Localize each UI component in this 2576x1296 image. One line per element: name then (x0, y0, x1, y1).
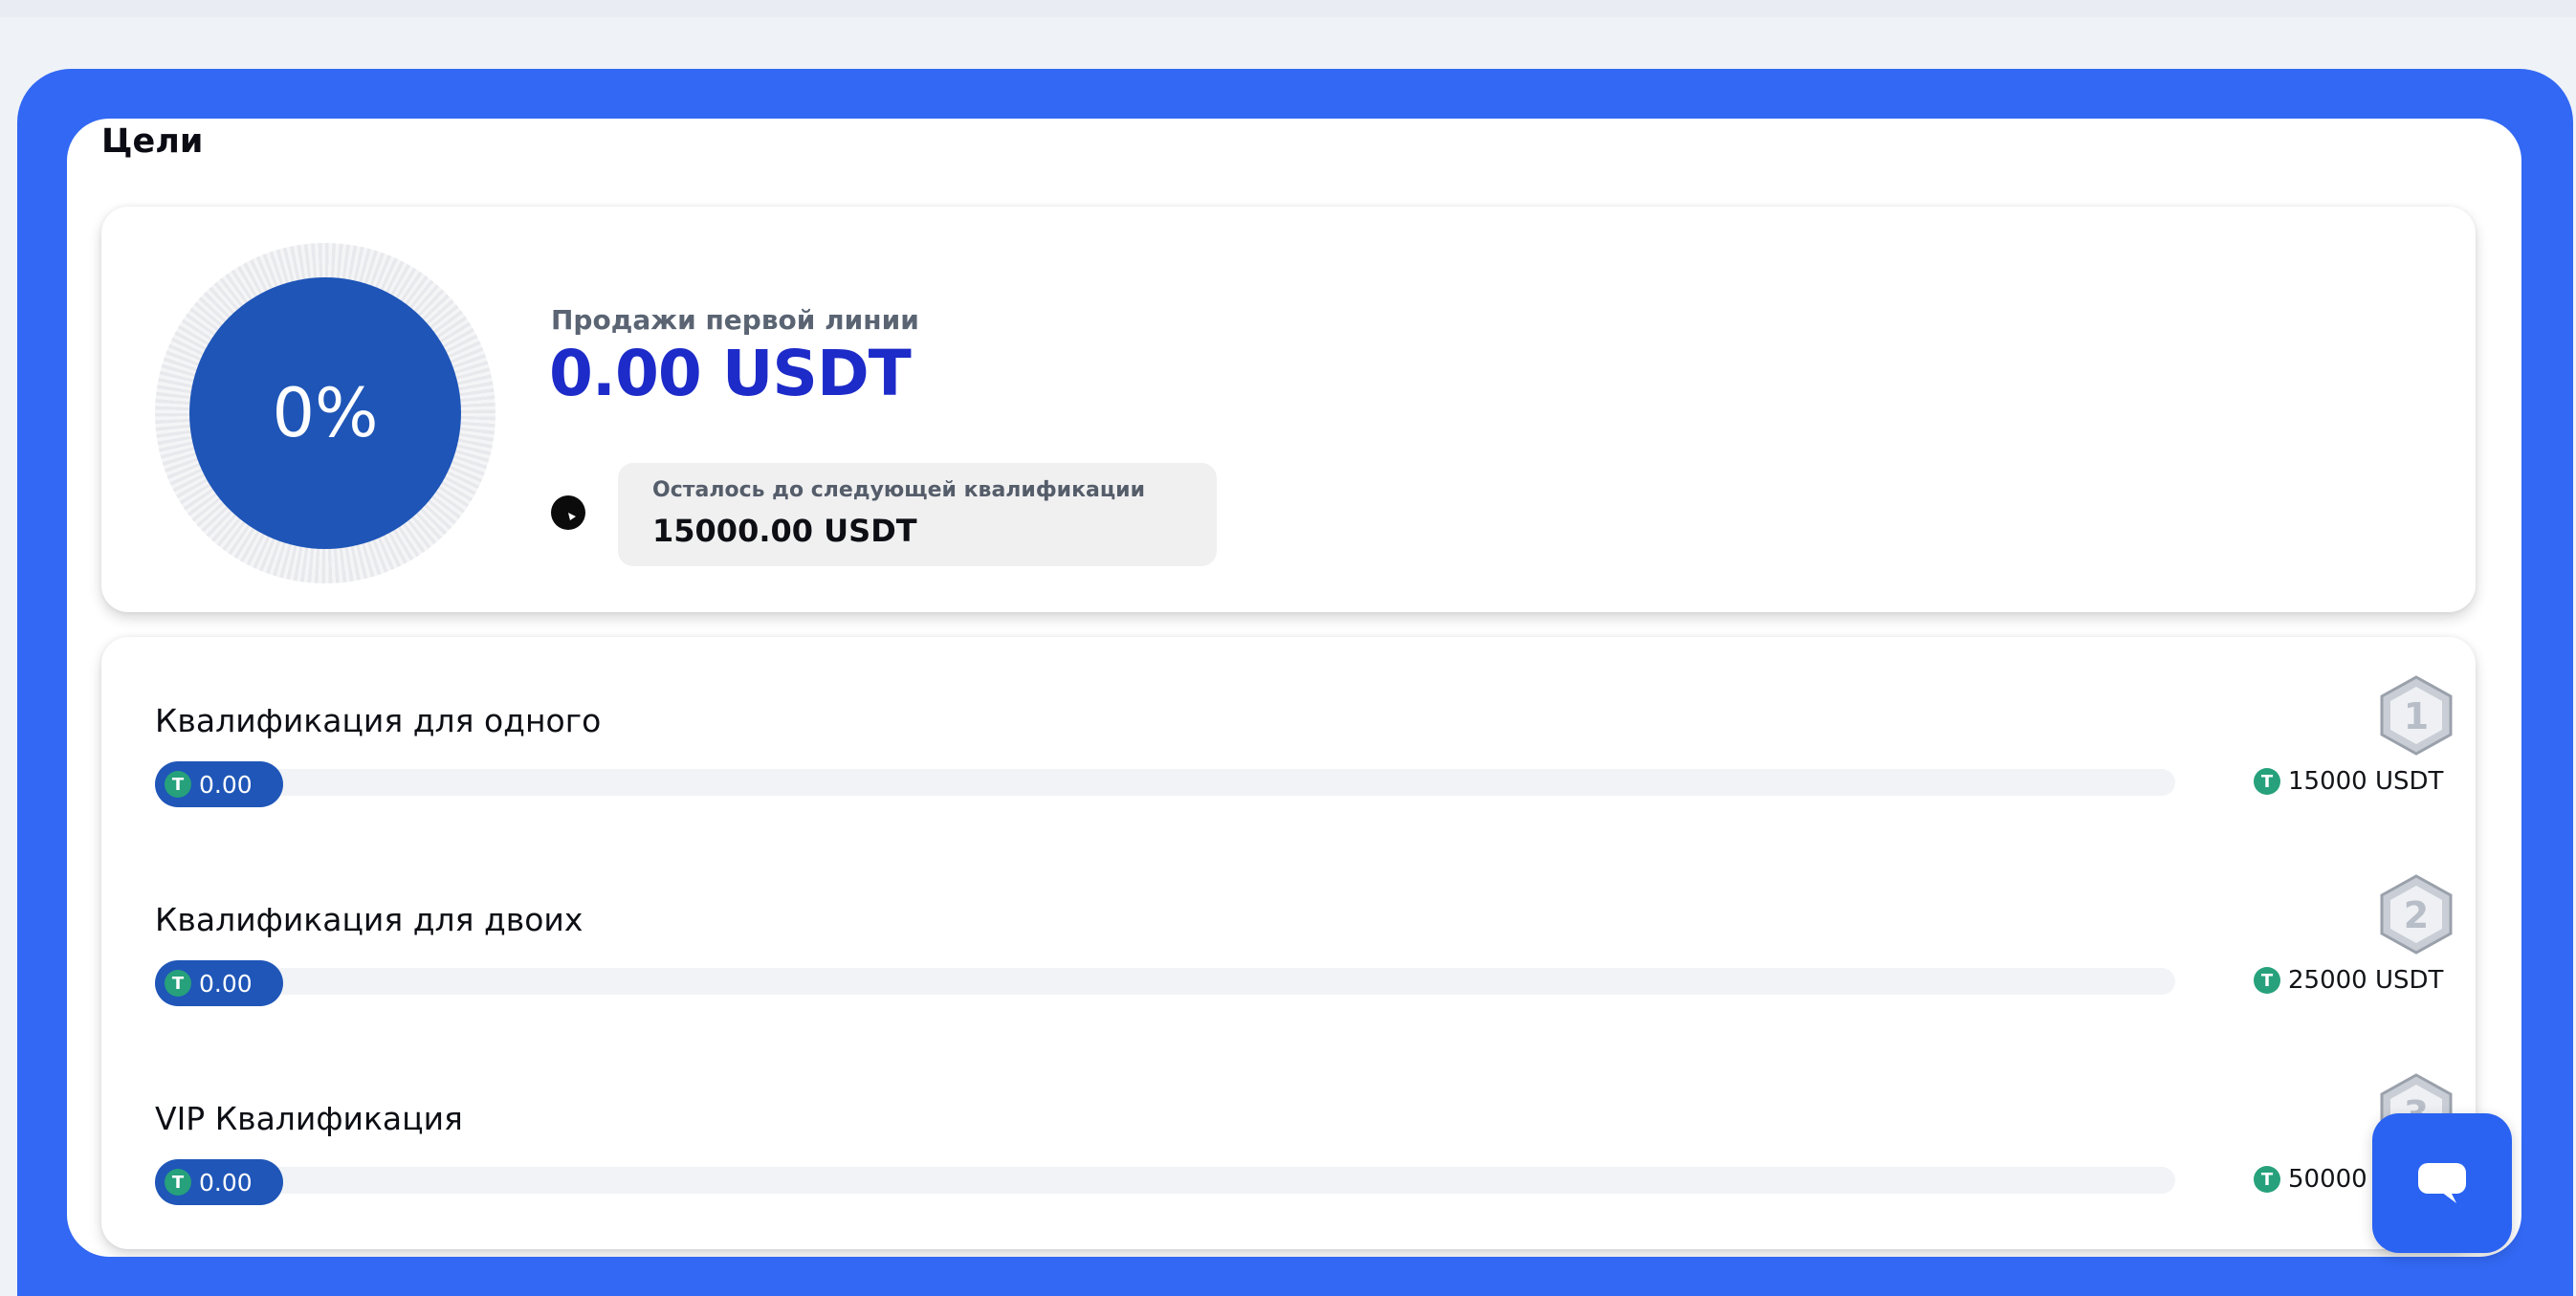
qualification-target-value: 15000 USDT (2288, 767, 2444, 796)
qualification-row: VIP Квалификация T 0.00 T 50000 3 (101, 1073, 2476, 1243)
next-qualification-box: Осталось до следующей квалификации 15000… (618, 463, 1217, 566)
sales-label: Продажи первой линии (551, 304, 919, 336)
qualification-row: Квалификация для одного T 0.00 T 15000 U… (101, 675, 2476, 846)
qualification-title: Квалификация для двоих (155, 901, 583, 938)
tether-icon: T (165, 1169, 191, 1196)
tether-icon: T (165, 970, 191, 997)
progress-percent: 0% (189, 277, 461, 549)
tether-icon: T (2254, 1166, 2280, 1193)
tether-icon: T (2254, 768, 2280, 795)
sales-summary-card: 0% Продажи первой линии 0.00 USDT Остало… (101, 207, 2476, 612)
tether-icon: T (165, 771, 191, 798)
qualification-target-value: 25000 USDT (2288, 966, 2444, 995)
chat-bubble-icon (2418, 1163, 2466, 1203)
qualification-title: VIP Квалификация (155, 1100, 463, 1137)
tether-icon: T (2254, 967, 2280, 994)
progress-ring: 0% (155, 243, 495, 583)
qualification-current-pill: T 0.00 (155, 1159, 283, 1205)
chat-button[interactable] (2372, 1113, 2512, 1253)
qualification-progress-track (155, 1167, 2175, 1194)
qualification-row: Квалификация для двоих T 0.00 T 25000 US… (101, 874, 2476, 1044)
silver-hexagon-badge-icon: 2 (2374, 872, 2458, 956)
qualification-target: T 50000 (2254, 1165, 2367, 1194)
qualification-target-value: 50000 (2288, 1165, 2367, 1194)
silver-hexagon-badge-icon: 1 (2374, 673, 2458, 758)
qualification-progress-track (155, 769, 2175, 796)
top-strip (0, 0, 2576, 17)
qualification-title: Квалификация для одного (155, 702, 602, 739)
qualification-target: T 25000 USDT (2254, 966, 2443, 995)
sales-value: 0.00 USDT (549, 337, 912, 410)
qualification-current-pill: T 0.00 (155, 960, 283, 1006)
qualification-current-value: 0.00 (199, 770, 253, 799)
goals-panel: Цели 0% Продажи первой линии 0.00 USDT О… (67, 119, 2521, 1257)
badge-number: 2 (2404, 894, 2429, 936)
qualification-progress-track (155, 968, 2175, 995)
next-qualification-value: 15000.00 USDT (652, 513, 917, 549)
section-title: Цели (101, 122, 204, 161)
next-qualification-label: Осталось до следующей квалификации (652, 478, 1145, 502)
badge-number: 1 (2404, 695, 2429, 737)
qualification-current-value: 0.00 (199, 969, 253, 998)
qualification-current-value: 0.00 (199, 1168, 253, 1197)
qualification-target: T 15000 USDT (2254, 767, 2443, 796)
qualification-current-pill: T 0.00 (155, 761, 283, 807)
clock-icon (551, 495, 585, 530)
qualifications-card: Квалификация для одного T 0.00 T 15000 U… (101, 637, 2476, 1249)
